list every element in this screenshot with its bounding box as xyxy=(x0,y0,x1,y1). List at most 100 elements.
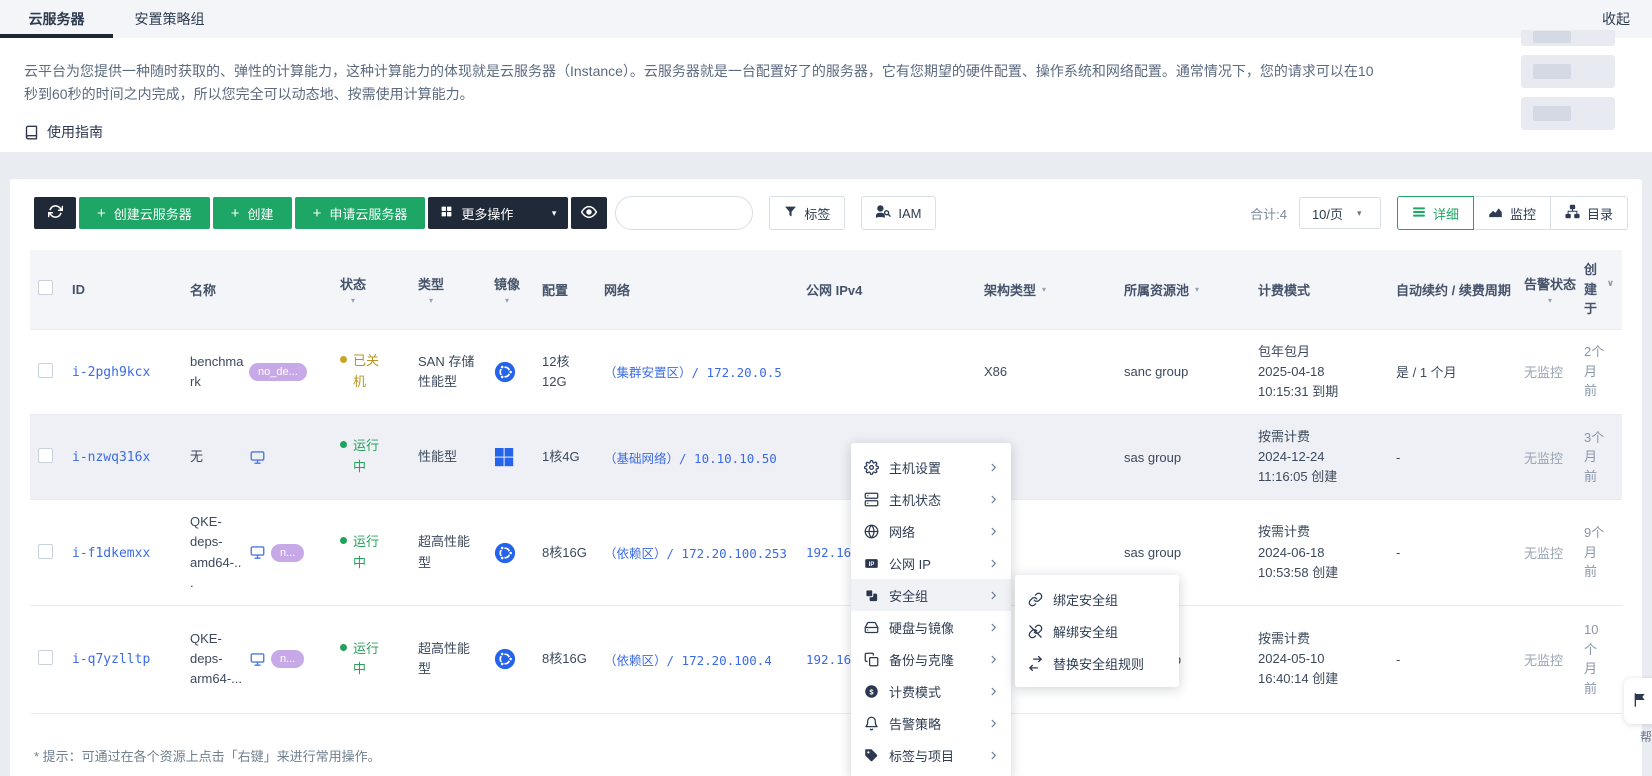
col-header: 公网 IPv4 xyxy=(806,282,863,298)
col-header: ID xyxy=(72,281,85,297)
menu-item-5[interactable]: 硬盘与镜像 xyxy=(851,611,1011,643)
refresh-button[interactable] xyxy=(34,197,76,229)
table-row[interactable]: i-nzwq316x 无 运行中 性能型 1核4G （基础网络）/ 10.10.… xyxy=(30,413,1622,500)
total-count: 合计:4 xyxy=(1250,206,1287,222)
row-checkbox[interactable] xyxy=(38,650,53,666)
instance-name: 无 xyxy=(190,449,204,465)
status-indicator: 运行中 xyxy=(340,639,383,681)
menu-item-8[interactable]: 告警策略 xyxy=(851,707,1011,739)
iam-button[interactable]: IAM xyxy=(861,196,937,230)
row-checkbox[interactable] xyxy=(38,362,53,378)
menu-item-label: 计费模式 xyxy=(889,684,942,700)
loading-skeletons xyxy=(1521,30,1615,139)
instance-name-cell: benchmark no_de... xyxy=(190,352,324,392)
public-ip-link[interactable]: 192.16 xyxy=(806,545,851,560)
help-widget[interactable] xyxy=(1624,678,1652,724)
status-label: 已关机 xyxy=(353,352,380,389)
menu-item-2[interactable]: 网络 xyxy=(851,515,1011,547)
table-row[interactable]: i-q7yzlltp QKE-deps-arm64-... n... 运行中 超… xyxy=(30,604,1622,714)
table-row[interactable]: i-f1dkemxx QKE-deps-amd64-... n... 运行中 超… xyxy=(30,499,1622,606)
filter-icon: ▾ xyxy=(1195,284,1200,294)
table-header-row: ID 名称 状态 ▾ 类型 ▾ 镜像 ▾ 配置 网络 公网 IPv4 架构类型 ▾ 所属资源池 ▾ 计费模式 自… xyxy=(30,250,1622,329)
menu-item-label: 标签与项目 xyxy=(889,748,955,764)
col-header[interactable]: 告警状态 ▾ xyxy=(1524,274,1576,305)
auto-renew: - xyxy=(1396,449,1401,465)
user-search-icon xyxy=(876,204,892,222)
book-icon xyxy=(24,125,39,140)
vnc-monitor-icon[interactable] xyxy=(249,450,266,465)
submenu-item-0[interactable]: 绑定安全组 xyxy=(1015,583,1179,615)
ubuntu-os-icon xyxy=(494,361,526,383)
submenu-item-1[interactable]: 解绑安全组 xyxy=(1015,615,1179,647)
disk-icon xyxy=(863,619,879,635)
request-cloud-server-button[interactable]: + 申请云服务器 xyxy=(294,197,426,229)
flag-icon xyxy=(1632,692,1648,711)
menu-item-1[interactable]: 主机状态 xyxy=(851,483,1011,515)
list-icon xyxy=(1412,205,1426,222)
more-actions-dropdown[interactable]: 更多操作 ▾ xyxy=(428,197,569,229)
menu-item-6[interactable]: 备份与克隆 xyxy=(851,643,1011,675)
auto-renew: - xyxy=(1396,651,1401,667)
network-link[interactable]: （集群安置区）/ 172.20.0.5 xyxy=(604,365,782,380)
network-link[interactable]: （依赖区）/ 172.20.100.4 xyxy=(604,653,772,668)
skeleton-box xyxy=(1521,97,1615,130)
col-header[interactable]: 所属资源池 ▾ xyxy=(1124,280,1242,299)
instance-id-link[interactable]: i-f1dkemxx xyxy=(72,546,150,561)
vnc-monitor-icon[interactable] xyxy=(249,545,266,560)
link-icon xyxy=(1027,591,1043,607)
chevron-right-icon xyxy=(988,686,999,697)
toolbar-right: 合计:4 10/页 ▾ 详细 监控 目录 xyxy=(1250,196,1628,230)
col-header-created[interactable]: 创建于 ∨ xyxy=(1584,260,1614,319)
resource-pool: sanc group xyxy=(1124,364,1189,380)
created-at: 2个月前 xyxy=(1584,344,1605,399)
col-header[interactable]: 类型 ▾ xyxy=(418,274,444,305)
create-button[interactable]: + 创建 xyxy=(212,197,292,229)
eye-icon xyxy=(581,204,598,223)
refresh-icon xyxy=(47,204,63,222)
col-header[interactable]: 镜像 ▾ xyxy=(494,274,520,305)
row-checkbox[interactable] xyxy=(38,543,53,559)
instance-id-link[interactable]: i-nzwq316x xyxy=(72,450,150,465)
submenu-item-label: 解绑安全组 xyxy=(1053,624,1119,640)
col-header: 配置 xyxy=(542,282,569,298)
menu-item-4[interactable]: 安全组 xyxy=(851,579,1011,611)
create-cloud-server-button[interactable]: + 创建云服务器 xyxy=(79,197,210,229)
col-header[interactable]: 架构类型 ▾ xyxy=(984,280,1108,299)
status-indicator: 运行中 xyxy=(340,436,383,478)
public-ip-link[interactable]: 192.16 xyxy=(806,652,851,667)
name-tag-pill: n... xyxy=(271,543,305,562)
table-row[interactable]: i-2pgh9kcx benchmark no_de... 已关机 SAN 存储… xyxy=(30,328,1622,415)
status-dot-icon xyxy=(340,441,347,449)
menu-item-0[interactable]: 主机设置 xyxy=(851,451,1011,483)
instance-name-cell: QKE-deps-amd64-... n... xyxy=(190,512,324,593)
tab-placement-groups[interactable]: 安置策略组 xyxy=(113,0,226,38)
usage-guide-link[interactable]: 使用指南 xyxy=(24,122,103,142)
network-link[interactable]: （基础网络）/ 10.10.10.50 xyxy=(604,451,777,466)
vnc-monitor-icon[interactable] xyxy=(249,652,266,667)
search-input[interactable] xyxy=(615,196,754,230)
instance-id-link[interactable]: i-2pgh9kcx xyxy=(72,365,150,380)
instance-id-link[interactable]: i-q7yzlltp xyxy=(72,652,150,667)
select-all-checkbox[interactable] xyxy=(38,280,53,296)
view-topology-button[interactable]: 目录 xyxy=(1549,196,1628,230)
filter-icon: ▾ xyxy=(1548,295,1553,305)
row-checkbox[interactable] xyxy=(38,448,53,464)
tag-filter-button[interactable]: 标签 xyxy=(769,196,846,230)
view-detail-button[interactable]: 详细 xyxy=(1396,196,1474,230)
menu-item-7[interactable]: $ 计费模式 xyxy=(851,675,1011,707)
page-size-select[interactable]: 10/页 ▾ xyxy=(1298,197,1381,229)
billing-icon: $ xyxy=(863,683,879,699)
instance-name: QKE-deps-arm64-... xyxy=(190,631,243,687)
view-monitor-button[interactable]: 监控 xyxy=(1472,196,1551,230)
tab-label: 云服务器 xyxy=(28,11,85,27)
chevron-right-icon xyxy=(988,558,999,569)
column-visibility-button[interactable] xyxy=(571,197,608,229)
menu-item-9[interactable]: 标签与项目 xyxy=(851,739,1011,771)
network-link[interactable]: （依赖区）/ 172.20.100.253 xyxy=(604,546,787,561)
col-header[interactable]: 状态 ▾ xyxy=(340,274,366,305)
alarm-status: 无监控 xyxy=(1524,365,1564,381)
submenu-item-2[interactable]: 替换安全组规则 xyxy=(1015,647,1179,679)
tab-cloud-servers[interactable]: 云服务器 xyxy=(0,0,113,38)
menu-item-3[interactable]: IP 公网 IP xyxy=(851,547,1011,579)
auto-renew: 是 / 1 个月 xyxy=(1396,365,1457,381)
